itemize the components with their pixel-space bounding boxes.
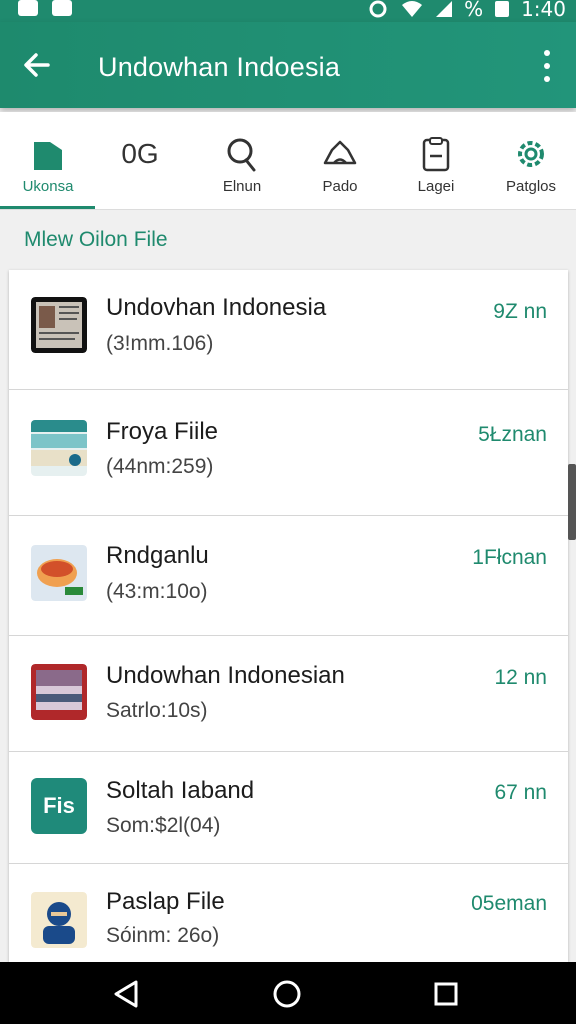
file-detail: Sóinm: 26o) <box>106 924 220 947</box>
list-item[interactable]: Undovhan Indonesia (3!mm.106) 9Z nn <box>9 270 568 390</box>
person-thumbnail <box>31 892 87 948</box>
zoom-icon: 0G <box>121 138 159 169</box>
list-item[interactable]: Rndganlu (43:m:10o) 1Fłcnan <box>9 516 568 636</box>
gear-icon <box>518 141 544 167</box>
file-detail: (44nm:259) <box>106 455 214 478</box>
battery-percent: % <box>464 0 484 21</box>
landscape-thumbnail <box>31 664 87 720</box>
cloud-icon <box>323 140 357 165</box>
file-size: 9Z nn <box>493 300 547 323</box>
home-icon <box>34 142 62 170</box>
wifi-icon <box>402 1 423 17</box>
tab-label: Patglos <box>505 178 557 195</box>
tab-zoom[interactable]: 0G <box>92 112 188 210</box>
tab-label: Elnun <box>222 178 262 195</box>
search-icon <box>227 138 256 172</box>
home-button-icon[interactable] <box>267 974 307 1014</box>
alarm-icon <box>369 0 387 18</box>
tab-label: Lagei <box>417 178 455 195</box>
tab-search[interactable]: Elnun <box>194 112 290 210</box>
file-detail: Som:$2l(04) <box>106 814 221 837</box>
battery-icon <box>495 1 510 17</box>
tab-clipboard[interactable]: Lagei <box>388 112 484 210</box>
file-name: Undovhan Indonesia <box>106 294 327 321</box>
file-detail: (3!mm.106) <box>106 332 214 355</box>
file-list: Undovhan Indonesia (3!mm.106) 9Z nn Froy… <box>9 270 568 962</box>
notification-icon <box>52 0 72 16</box>
file-name: Froya Fiile <box>106 418 219 445</box>
clipboard-icon <box>422 137 450 172</box>
file-detail: (43:m:10o) <box>106 580 208 603</box>
file-name: Soltah Iaband <box>106 777 255 804</box>
list-item[interactable]: Fis Soltah Iaband Som:$2l(04) 67 nn <box>9 752 568 864</box>
tab-bar: Ukonsa 0G Elnun Pado Lagei Patglos <box>0 112 576 210</box>
tab-label: Pado <box>322 178 358 195</box>
file-size: 1Fłcnan <box>472 546 547 569</box>
back-arrow-icon[interactable] <box>20 48 54 82</box>
list-item[interactable]: Paslap File Sóinm: 26o) 05eman <box>9 864 568 962</box>
tab-settings[interactable]: Patglos <box>483 112 576 210</box>
file-name: Rndganlu <box>106 542 209 569</box>
navigation-bar <box>0 962 576 1024</box>
file-size: 5Łznan <box>478 423 547 446</box>
app-bar: Undowhan Indoesia <box>0 22 576 108</box>
status-bar: % 1:40 <box>0 0 576 22</box>
notification-icon <box>18 0 38 16</box>
file-name: Paslap File <box>106 888 225 915</box>
list-item[interactable]: Undowhan Indonesian Satrlo:10s) 12 nn <box>9 636 568 752</box>
clock: 1:40 <box>521 0 566 21</box>
food-thumbnail <box>31 545 87 601</box>
beach-thumbnail <box>31 420 87 476</box>
tab-home[interactable]: Ukonsa <box>0 112 96 210</box>
scrollbar[interactable] <box>568 464 576 540</box>
signal-icon <box>436 1 453 17</box>
app-title: Undowhan Indoesia <box>98 52 341 82</box>
back-icon[interactable] <box>106 974 146 1014</box>
active-tab-indicator <box>0 206 95 209</box>
more-options-icon[interactable] <box>542 50 552 82</box>
file-size: 05eman <box>471 892 547 915</box>
list-item[interactable]: Froya Fiile (44nm:259) 5Łznan <box>9 390 568 516</box>
section-title: Mlew Oilon File <box>24 228 168 251</box>
file-size: 67 nn <box>494 781 547 804</box>
tab-cloud[interactable]: Pado <box>292 112 388 210</box>
file-size: 12 nn <box>494 666 547 689</box>
file-detail: Satrlo:10s) <box>106 699 208 722</box>
fis-thumbnail: Fis <box>31 778 87 834</box>
recents-icon[interactable] <box>426 974 466 1014</box>
tablet-thumbnail <box>31 297 87 353</box>
tab-label: Ukonsa <box>22 178 74 195</box>
file-name: Undowhan Indonesian <box>106 662 345 689</box>
